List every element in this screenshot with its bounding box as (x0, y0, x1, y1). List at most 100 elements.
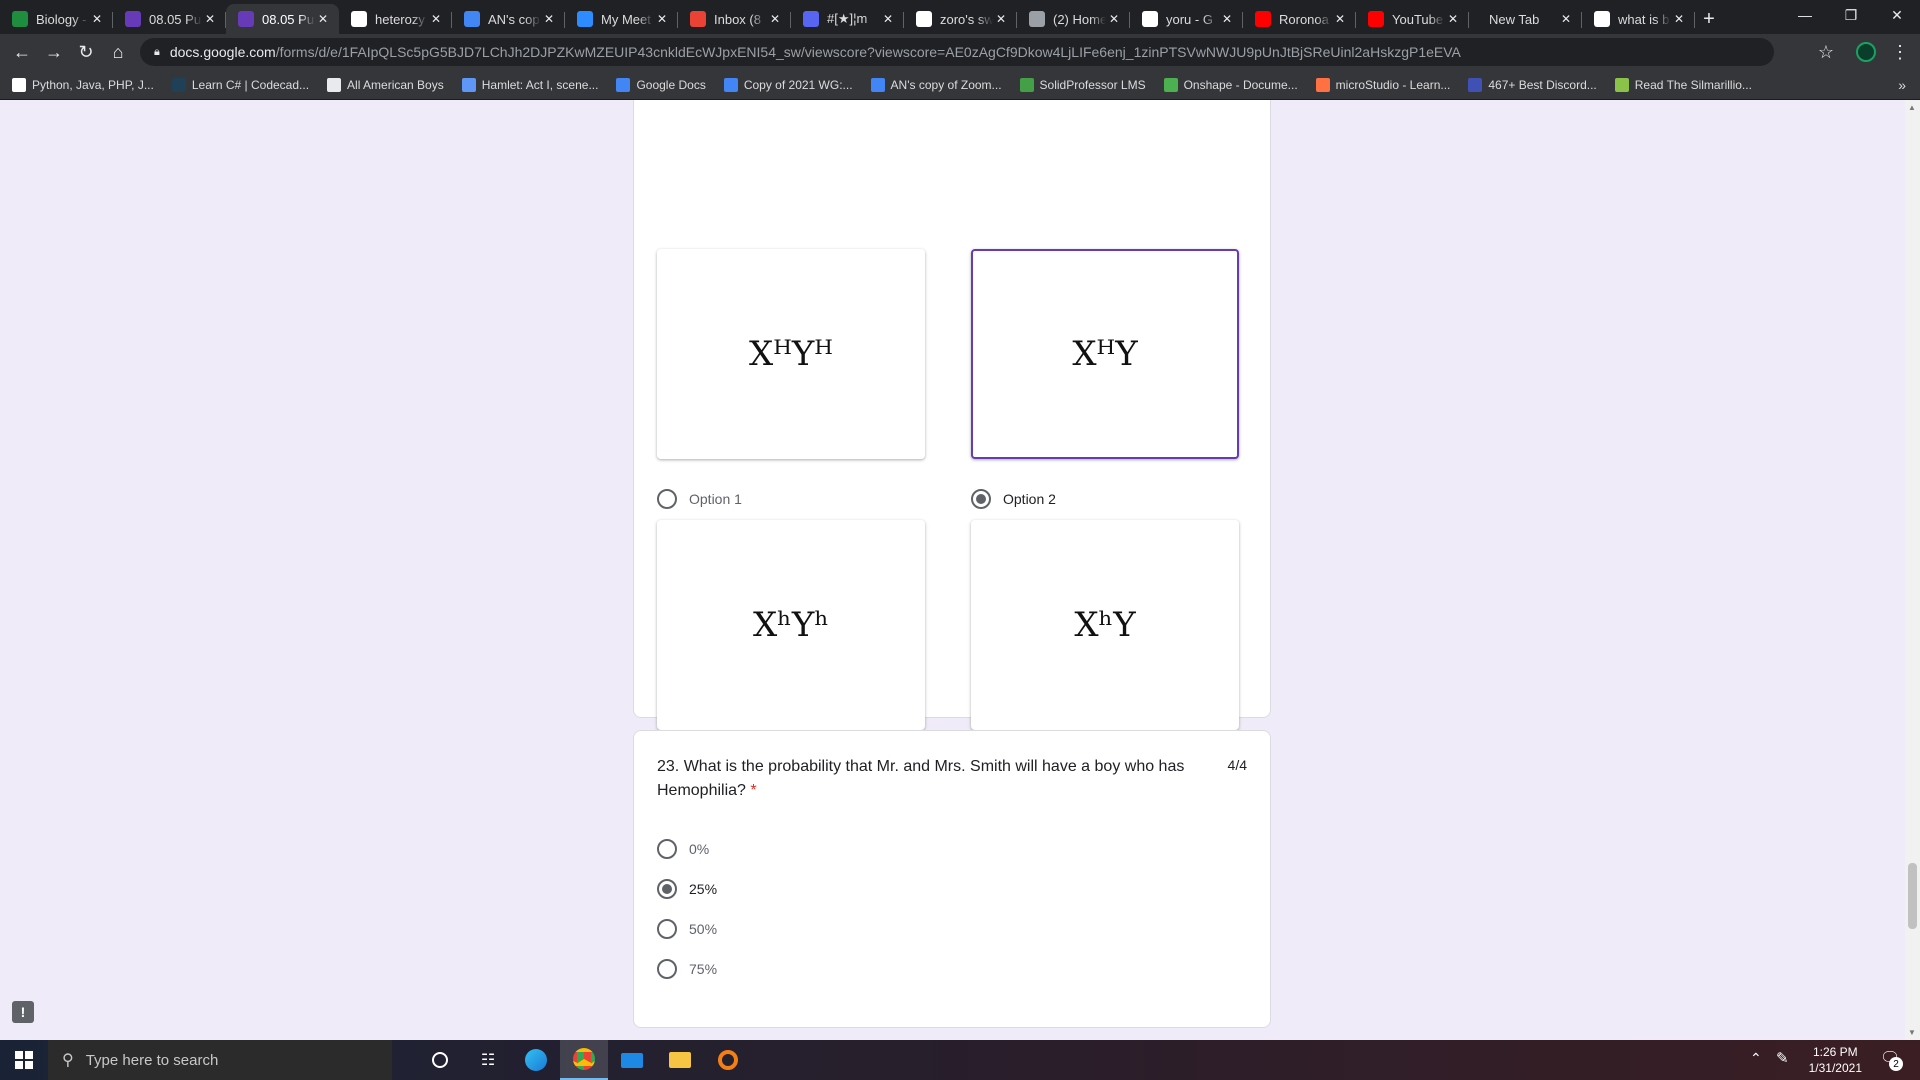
tab-close-icon[interactable]: ✕ (1219, 12, 1235, 26)
bookmark-item[interactable]: Learn C# | Codecad... (171, 77, 309, 92)
browser-tab[interactable]: yoru - G ✕ (1130, 4, 1243, 34)
tab-close-icon[interactable]: ✕ (767, 12, 783, 26)
choice-radio[interactable] (657, 919, 677, 939)
tab-title: what is b (1618, 11, 1670, 27)
choice-label: 25% (689, 881, 718, 897)
tab-close-icon[interactable]: ✕ (1332, 12, 1348, 26)
tab-close-icon[interactable]: ✕ (315, 12, 331, 26)
bookmark-item[interactable]: Google Docs (616, 77, 706, 92)
tab-close-icon[interactable]: ✕ (654, 12, 670, 26)
browser-tab[interactable]: AN's cop ✕ (452, 4, 565, 34)
bookmark-item[interactable]: Hamlet: Act I, scene... (461, 77, 598, 92)
tab-title: #[★]¦m (827, 11, 868, 26)
bookmarks-more-icon[interactable]: » (1898, 77, 1906, 93)
forward-icon[interactable]: → (38, 36, 70, 68)
pen-icon[interactable]: ✎ (1776, 1049, 1789, 1067)
chrome-icon[interactable] (560, 1040, 608, 1080)
browser-tab[interactable]: YouTube ✕ (1356, 4, 1469, 34)
scrollbar-thumb[interactable] (1908, 863, 1917, 929)
tab-close-icon[interactable]: ✕ (202, 12, 218, 26)
page-scrollbar[interactable]: ▲ ▼ (1905, 100, 1920, 1040)
bookmark-item[interactable]: SolidProfessor LMS (1019, 77, 1146, 92)
bookmark-item[interactable]: AN's copy of Zoom... (870, 77, 1002, 92)
reload-icon[interactable]: ↻ (70, 36, 102, 68)
tab-title: 08.05 Pu (262, 11, 315, 27)
cortana-icon[interactable] (416, 1040, 464, 1080)
option-label: Option 2 (1003, 491, 1056, 507)
choice-radio[interactable] (657, 879, 677, 899)
browser-tab[interactable]: Biology - ✕ (0, 4, 113, 34)
bookmark-item[interactable]: Copy of 2021 WG:... (723, 77, 853, 92)
tab-close-icon[interactable]: ✕ (428, 12, 444, 26)
bookmark-item[interactable]: Read The Silmarillio... (1614, 77, 1752, 92)
google-icon (916, 11, 932, 27)
tab-close-icon[interactable]: ✕ (541, 12, 557, 26)
browser-tab[interactable]: Inbox (8 ✕ (678, 4, 791, 34)
tab-close-icon[interactable]: ✕ (993, 12, 1009, 26)
scroll-down-icon[interactable]: ▼ (1908, 1028, 1916, 1037)
browser-tab[interactable]: 08.05 Pu ✕ (113, 4, 226, 34)
clock[interactable]: 1:26 PM 1/31/2021 (1809, 1044, 1862, 1076)
file-explorer-icon[interactable] (656, 1040, 704, 1080)
bookmark-label: Read The Silmarillio... (1634, 77, 1752, 92)
tab-close-icon[interactable]: ✕ (1558, 12, 1574, 26)
browser-tab[interactable]: #[★]¦m ✕ (791, 4, 904, 34)
google-icon (1594, 11, 1610, 27)
restore-icon[interactable]: ❐ (1828, 0, 1874, 30)
option-image[interactable]: XʰYʰ (657, 520, 925, 730)
star-icon[interactable]: ☆ (1810, 36, 1842, 68)
browser-tab[interactable]: 08.05 Pu ✕ (226, 4, 339, 34)
page-content: XᴴYᴴOption 1XᴴYOption 2XʰYʰOption 3XʰYOp… (0, 100, 1920, 1040)
bookmark-item[interactable]: Onshape - Docume... (1163, 77, 1298, 92)
browser-tab[interactable]: (2) Home ✕ (1017, 4, 1130, 34)
page-icon (1029, 11, 1045, 27)
browser-tab[interactable]: heterozy ✕ (339, 4, 452, 34)
choice-radio[interactable] (657, 959, 677, 979)
tab-close-icon[interactable]: ✕ (1106, 12, 1122, 26)
browser-tab[interactable]: New Tab ✕ (1469, 4, 1582, 34)
tray-chevron-icon[interactable]: ⌃ (1750, 1050, 1762, 1067)
genotype-label: XᴴYᴴ (748, 334, 833, 374)
feedback-icon[interactable]: ! (12, 1001, 34, 1023)
youtube-icon (1368, 11, 1384, 27)
option-radio[interactable] (971, 489, 991, 509)
choice-radio[interactable] (657, 839, 677, 859)
close-window-icon[interactable]: ✕ (1874, 0, 1920, 30)
tab-close-icon[interactable]: ✕ (880, 12, 896, 26)
new-tab-button[interactable]: + (1695, 4, 1723, 34)
bookmark-item[interactable]: Python, Java, PHP, J... (12, 77, 154, 92)
option-image[interactable]: XʰY (971, 520, 1239, 730)
edge-icon[interactable] (512, 1040, 560, 1080)
profile-avatar[interactable] (1856, 42, 1876, 62)
browser-tab[interactable]: zoro's sw ✕ (904, 4, 1017, 34)
menu-icon[interactable]: ⋮ (1884, 36, 1916, 68)
task-view-icon[interactable]: ☷ (464, 1040, 512, 1080)
browser-tab[interactable]: Roronoa ✕ (1243, 4, 1356, 34)
option-image[interactable]: XᴴYᴴ (657, 249, 925, 459)
zoom-icon (577, 11, 593, 27)
bookmark-item[interactable]: All American Boys (327, 77, 444, 92)
blender-icon[interactable] (704, 1040, 752, 1080)
tab-close-icon[interactable]: ✕ (1445, 12, 1461, 26)
tab-close-icon[interactable]: ✕ (89, 12, 105, 26)
notifications-icon[interactable]: 🗨︎ 2 (1880, 1048, 1903, 1071)
option-radio[interactable] (657, 489, 677, 509)
classroom-icon (12, 11, 28, 27)
windows-start-icon[interactable] (0, 1040, 48, 1080)
mail-icon[interactable] (608, 1040, 656, 1080)
option-image[interactable]: XᴴY (971, 249, 1239, 459)
scroll-up-icon[interactable]: ▲ (1908, 103, 1916, 112)
bookmark-item[interactable]: 467+ Best Discord... (1468, 77, 1597, 92)
home-icon[interactable]: ⌂ (102, 36, 134, 68)
tab-close-icon[interactable]: ✕ (1671, 12, 1687, 26)
address-bar[interactable]: 🔒︎ docs.google.com/forms/d/e/1FAIpQLSc5p… (140, 38, 1774, 66)
bookmark-favicon-icon (327, 77, 342, 92)
tab-title: Inbox (8 (714, 11, 761, 27)
browser-tab[interactable]: what is b ✕ (1582, 4, 1695, 34)
taskbar-search[interactable]: ⚲ Type here to search (48, 1040, 392, 1080)
minimize-icon[interactable]: — (1782, 0, 1828, 30)
browser-tab[interactable]: My Meet ✕ (565, 4, 678, 34)
back-icon[interactable]: ← (6, 36, 38, 68)
bookmark-item[interactable]: microStudio - Learn... (1315, 77, 1450, 92)
bookmark-favicon-icon (1315, 77, 1330, 92)
